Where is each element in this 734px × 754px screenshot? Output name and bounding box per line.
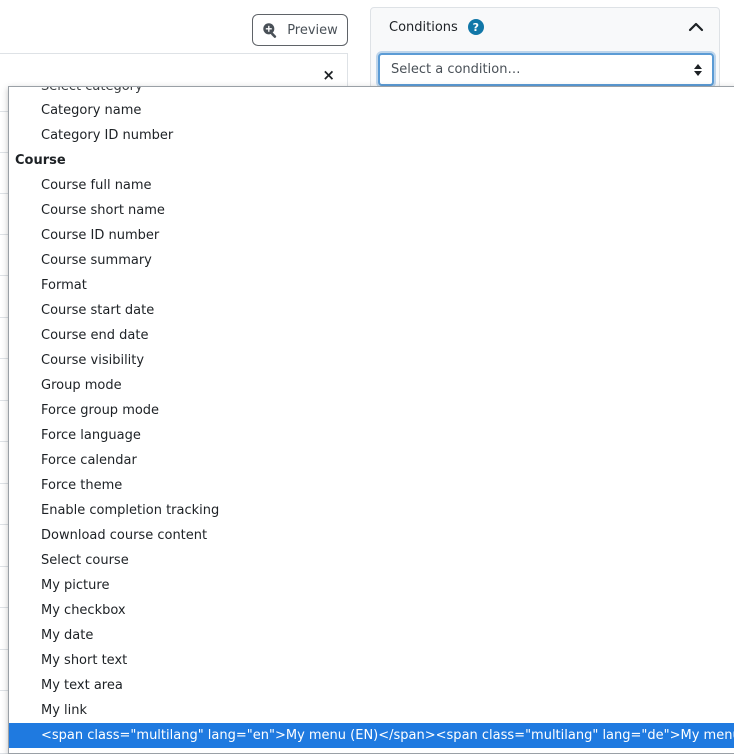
- condition-select-value: Select a condition…: [391, 62, 521, 77]
- dropdown-option[interactable]: My picture: [9, 573, 734, 598]
- dropdown-option[interactable]: My text area: [9, 673, 734, 698]
- dropdown-option[interactable]: Course short name: [9, 198, 734, 223]
- dropdown-option[interactable]: Course ID number: [9, 223, 734, 248]
- dropdown-option[interactable]: Category ID number: [9, 123, 734, 148]
- dropdown-group-label: Course: [15, 153, 66, 168]
- dropdown-option[interactable]: Course start date: [9, 298, 734, 323]
- zoom-in-icon: [262, 22, 279, 39]
- dropdown-option[interactable]: Enable completion tracking: [9, 498, 734, 523]
- dropdown-option[interactable]: Course visibility: [9, 348, 734, 373]
- dropdown-option[interactable]: Category name: [9, 98, 734, 123]
- close-icon[interactable]: ×: [322, 66, 335, 84]
- dropdown-option[interactable]: My short text: [9, 648, 734, 673]
- dropdown-option[interactable]: Force language: [9, 423, 734, 448]
- dropdown-option[interactable]: Course end date: [9, 323, 734, 348]
- dropdown-option-selected[interactable]: <span class="multilang" lang="en">My men…: [9, 723, 734, 748]
- condition-dropdown-list[interactable]: Select category Category name Category I…: [8, 86, 734, 754]
- preview-button[interactable]: Preview: [252, 14, 348, 46]
- help-icon[interactable]: ?: [467, 19, 484, 35]
- conditions-header[interactable]: Conditions ?: [371, 8, 719, 46]
- dropdown-option[interactable]: Force calendar: [9, 448, 734, 473]
- dropdown-option[interactable]: My checkbox: [9, 598, 734, 623]
- dropdown-option[interactable]: Course full name: [9, 173, 734, 198]
- dropdown-option[interactable]: Force group mode: [9, 398, 734, 423]
- dropdown-option[interactable]: Select course: [9, 548, 734, 573]
- dropdown-option[interactable]: Select category: [9, 87, 734, 98]
- dropdown-option[interactable]: Force theme: [9, 473, 734, 498]
- dropdown-option[interactable]: Course summary: [9, 248, 734, 273]
- report-builder-page: Preview × Conditions ? Select a conditio…: [0, 0, 734, 754]
- dropdown-option[interactable]: My link: [9, 698, 734, 723]
- condition-select[interactable]: Select a condition…: [378, 53, 714, 86]
- preview-button-label: Preview: [287, 22, 338, 38]
- select-caret-icon: [694, 64, 702, 76]
- chevron-up-icon[interactable]: [687, 18, 705, 36]
- dropdown-option[interactable]: Download course content: [9, 523, 734, 548]
- conditions-title: Conditions: [389, 19, 458, 35]
- dropdown-option[interactable]: My date: [9, 623, 734, 648]
- dropdown-option[interactable]: Group mode: [9, 373, 734, 398]
- dropdown-option[interactable]: Format: [9, 273, 734, 298]
